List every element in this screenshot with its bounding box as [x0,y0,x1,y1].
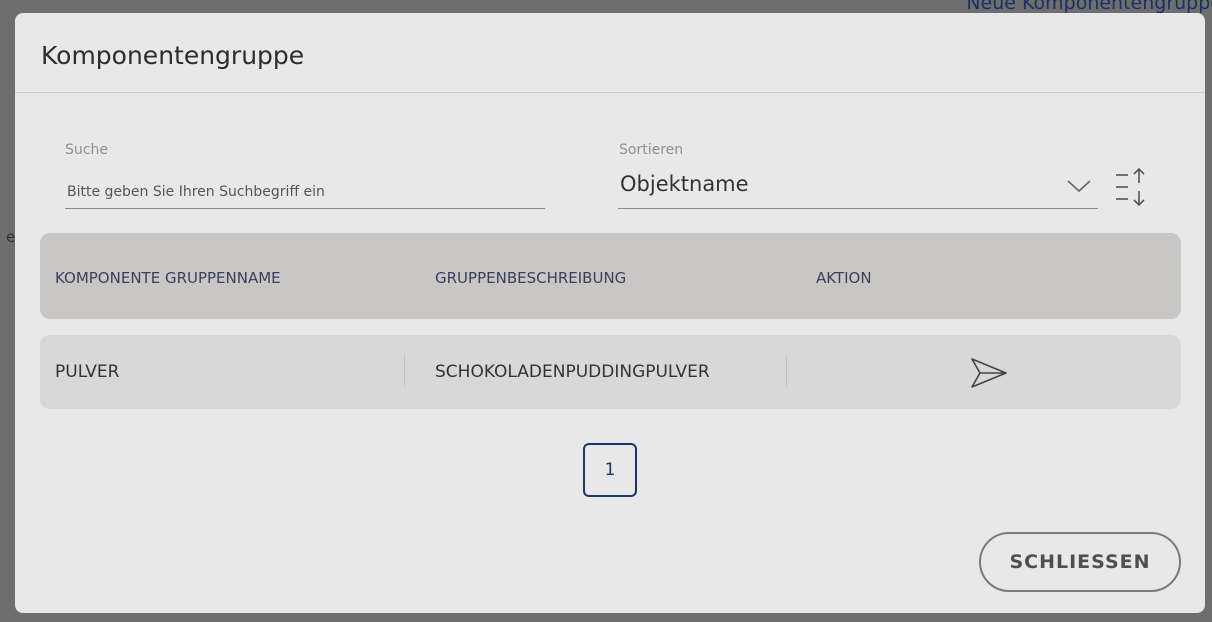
component-group-dialog: Komponentengruppe Suche Sortieren Objekt… [15,13,1205,613]
select-action-button[interactable] [968,355,1010,391]
sort-select[interactable]: Objektname [618,169,1098,209]
close-button[interactable]: SCHLIESSEN [979,532,1181,592]
column-header-group-name[interactable]: KOMPONENTE GRUPPENNAME [55,269,281,287]
sort-order-button[interactable] [1113,165,1153,209]
sort-selected-value: Objektname [620,172,749,196]
search-input[interactable] [65,175,545,208]
sort-order-icon [1116,167,1145,207]
dialog-header: Komponentengruppe [15,13,1205,93]
search-label: Suche [65,142,108,158]
new-component-group-link[interactable]: Neue Komponentengruppe [966,0,1212,14]
cell-group-name: PULVER [55,362,120,382]
column-divider [786,355,787,387]
cell-description: SCHOKOLADENPUDDINGPULVER [435,362,710,382]
dialog-title: Komponentengruppe [41,41,305,70]
pagination-page-button[interactable]: 1 [583,443,637,497]
table-row[interactable]: PULVER SCHOKOLADENPUDDINGPULVER [40,335,1181,409]
search-field [65,175,545,209]
sort-label: Sortieren [619,142,684,158]
send-icon [971,358,1007,388]
column-divider [404,355,405,387]
column-header-description[interactable]: GRUPPENBESCHREIBUNG [435,269,626,287]
column-header-action: AKTION [816,269,872,287]
background-text-fragment: e [6,228,16,246]
table-header: KOMPONENTE GRUPPENNAME GRUPPENBESCHREIBU… [40,233,1181,319]
chevron-down-icon [1067,180,1091,193]
